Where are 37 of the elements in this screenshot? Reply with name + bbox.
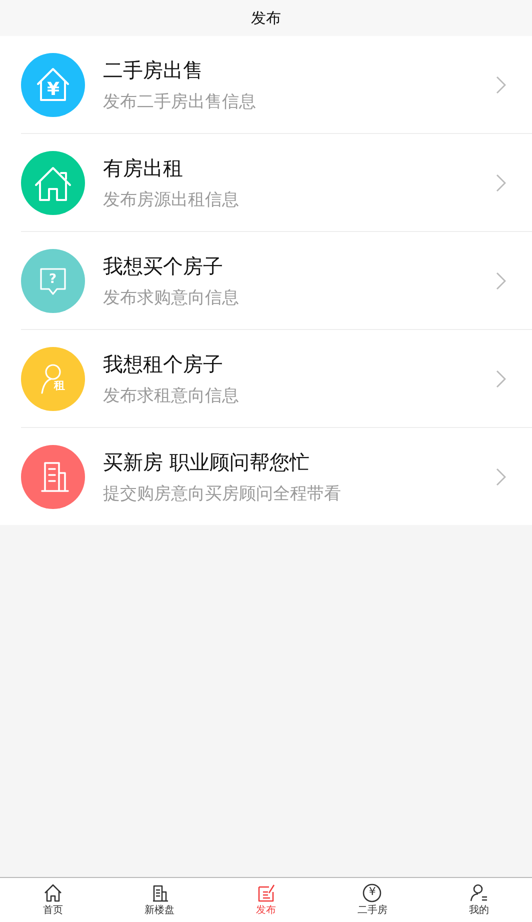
menu-row[interactable]: 有房出租 发布房源出租信息 bbox=[21, 134, 532, 232]
home-icon bbox=[43, 883, 64, 903]
tab[interactable]: 新楼盘 bbox=[106, 878, 213, 922]
tab[interactable]: 首页 bbox=[0, 878, 106, 922]
item-subtitle: 发布二手房出售信息 bbox=[103, 90, 257, 112]
house-icon bbox=[34, 166, 72, 202]
building-icon bbox=[41, 462, 69, 492]
rent-character: 租 bbox=[54, 380, 65, 390]
item-title: 买新房 职业顾问帮您忙 bbox=[103, 448, 310, 476]
page-title: 发布 bbox=[251, 8, 281, 28]
question-mark: ? bbox=[49, 272, 57, 286]
chevron-right-icon bbox=[496, 76, 506, 94]
edit-icon bbox=[256, 883, 276, 903]
item-subtitle: 发布求租意向信息 bbox=[103, 384, 240, 406]
menu-row[interactable]: 买新房 职业顾问帮您忙 提交购房意向买房顾问全程带看 bbox=[21, 428, 532, 525]
tab[interactable]: ¥ 二手房 bbox=[319, 878, 426, 922]
chevron-right-icon bbox=[496, 174, 506, 192]
tab[interactable]: 我的 bbox=[426, 878, 532, 922]
yen-coin-icon: ¥ bbox=[362, 883, 382, 903]
house-outline-icon bbox=[36, 66, 70, 102]
item-title: 我想买个房子 bbox=[103, 252, 224, 280]
menu-row[interactable]: 租 我想租个房子 发布求租意向信息 bbox=[21, 330, 532, 428]
yen-symbol: ¥ bbox=[47, 80, 60, 98]
tab[interactable]: 发布 bbox=[212, 878, 320, 922]
menu-row[interactable]: ¥ 二手房出售 发布二手房出售信息 bbox=[21, 36, 532, 134]
chevron-right-icon bbox=[496, 370, 506, 388]
item-title: 我想租个房子 bbox=[103, 350, 224, 378]
item-subtitle: 发布求购意向信息 bbox=[103, 286, 240, 308]
chevron-right-icon bbox=[496, 468, 506, 486]
menu-row[interactable]: ? 我想买个房子 发布求购意向信息 bbox=[21, 232, 532, 330]
speech-bubble-icon bbox=[40, 268, 66, 294]
item-title: 二手房出售 bbox=[103, 56, 204, 84]
item-title: 有房出租 bbox=[103, 154, 184, 182]
item-subtitle: 发布房源出租信息 bbox=[103, 188, 240, 210]
user-icon bbox=[468, 883, 489, 903]
chevron-right-icon bbox=[496, 272, 506, 290]
item-subtitle: 提交购房意向买房顾问全程带看 bbox=[103, 482, 342, 504]
